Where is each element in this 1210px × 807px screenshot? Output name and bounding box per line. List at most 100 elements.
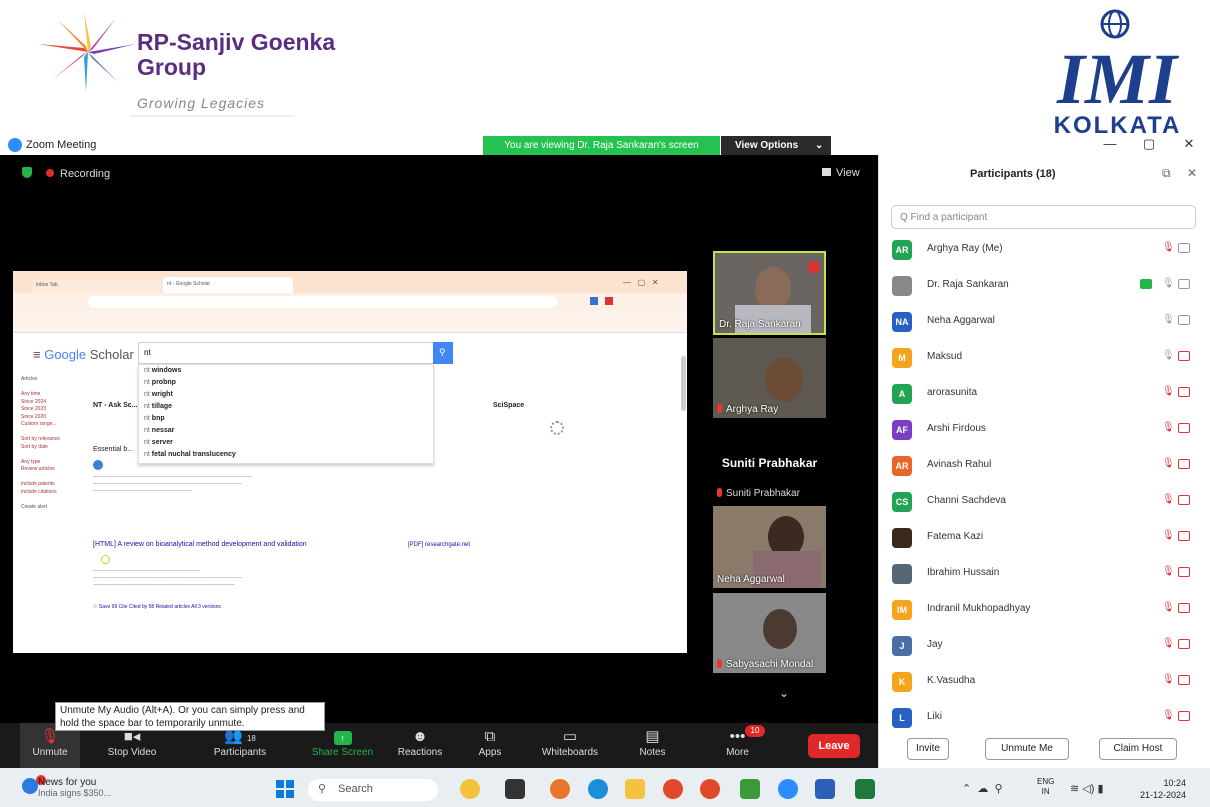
result-actions[interactable]: ☆ Save 99 Cite Cited by 58 Related artic…	[93, 604, 221, 610]
result-source[interactable]: [PDF] researchgate.net	[408, 542, 470, 548]
chevron-down-icon[interactable]: ⌄	[779, 686, 789, 700]
result-title[interactable]: Essential b...	[93, 446, 133, 453]
scholar-word: Scholar	[89, 347, 134, 362]
chrome-icon[interactable]	[700, 779, 720, 799]
app-icon[interactable]	[460, 779, 480, 799]
browser-tab[interactable]: Inbox Tab	[33, 279, 163, 293]
suggestion[interactable]: nt nessar	[144, 427, 174, 434]
participant-row[interactable]: Ibrahim Hussain 🎙	[878, 556, 1198, 592]
close-panel-icon[interactable]: ✕	[1187, 166, 1197, 180]
url-field[interactable]	[88, 296, 558, 308]
participant-search-input[interactable]: Q Find a participant	[891, 205, 1196, 229]
filter-link[interactable]: Any time	[21, 391, 60, 399]
unmute-tooltip: Unmute My Audio (Alt+A). Or you can simp…	[55, 702, 325, 731]
video-name: Suniti Prabhakar	[717, 488, 800, 499]
leave-button[interactable]: Leave	[808, 734, 860, 758]
filter-link[interactable]: Review articles	[21, 466, 60, 474]
app-icon[interactable]	[550, 779, 570, 799]
word-icon[interactable]	[815, 779, 835, 799]
result-title[interactable]: [HTML] A review on bioanalytical method …	[93, 541, 307, 548]
filter-link[interactable]: Since 2020	[21, 414, 60, 422]
screen-share-icon	[1140, 279, 1152, 289]
video-tile[interactable]: Dr. Raja Sankaran	[713, 251, 826, 335]
search-button[interactable]: ⚲	[433, 342, 453, 364]
invite-button[interactable]: Invite	[907, 738, 949, 760]
browser-tab-active[interactable]: nt - Google Scholar	[163, 277, 293, 293]
participant-row[interactable]: Aarorasunita 🎙	[878, 376, 1198, 412]
participant-row[interactable]: CS Channi Sachdeva 🎙	[878, 484, 1198, 520]
filter-checkbox[interactable]: include patents	[21, 481, 60, 489]
search-icon: ⚲	[439, 347, 446, 357]
participant-row[interactable]: M Maksud 🎙	[878, 340, 1198, 376]
participant-row[interactable]: J Jay 🎙	[878, 628, 1198, 664]
extension-icon[interactable]	[605, 297, 613, 305]
restore-button[interactable]: ▢	[1139, 136, 1159, 152]
apps-button[interactable]: ⧉ Apps	[470, 723, 510, 768]
google-scholar-logo[interactable]: ≡ Google Scholar	[33, 347, 134, 362]
file-explorer-icon[interactable]	[625, 779, 645, 799]
network-volume-battery-icons[interactable]: ≋ ◁) ▮	[1070, 782, 1104, 795]
suggestion[interactable]: nt tillage	[144, 403, 172, 410]
result-title[interactable]: NT - Ask Sc...	[93, 402, 137, 409]
chrome-icon[interactable]	[663, 779, 683, 799]
video-off-icon	[1178, 675, 1190, 685]
video-tile[interactable]: Sabyasachi Mondal	[713, 593, 826, 673]
close-button[interactable]: ✕	[1179, 136, 1199, 152]
whiteboards-button[interactable]: ▭ Whiteboards	[535, 723, 605, 768]
filter-link[interactable]: Sort by relevance	[21, 436, 60, 444]
language-indicator[interactable]: ENG IN	[1037, 777, 1054, 797]
system-tray-icons[interactable]: ⌃ ☁ ⚲	[962, 782, 1003, 795]
suggestion[interactable]: nt bnp	[144, 415, 165, 422]
participant-row[interactable]: Dr. Raja Sankaran 🎙	[878, 268, 1198, 304]
edge-icon[interactable]	[588, 779, 608, 799]
scholar-search-input[interactable]: nt	[138, 342, 434, 364]
zoom-taskbar-icon[interactable]	[778, 779, 798, 799]
suggestion[interactable]: nt windows	[144, 367, 181, 374]
participant-row[interactable]: K K.Vasudha 🎙	[878, 664, 1198, 700]
video-off-icon	[1178, 711, 1190, 721]
participant-row[interactable]: AF Arshi Firdous 🎙	[878, 412, 1198, 448]
participant-row[interactable]: Fatema Kazi 🎙	[878, 520, 1198, 556]
filter-checkbox[interactable]: include citations	[21, 489, 60, 497]
video-name-text: Sabyasachi Mondal	[726, 659, 814, 670]
filter-link[interactable]: Custom range...	[21, 421, 60, 429]
filter-link[interactable]: Since 2024	[21, 399, 60, 407]
participant-row[interactable]: L Liki 🎙	[878, 700, 1198, 736]
filter-link[interactable]: Any type	[21, 459, 60, 467]
suggestion[interactable]: nt wright	[144, 391, 173, 398]
extension-icon[interactable]	[590, 297, 598, 305]
app-icon[interactable]	[740, 779, 760, 799]
participant-row[interactable]: AR Avinash Rahul 🎙	[878, 448, 1198, 484]
suggestion[interactable]: nt fetal nuchal translucency	[144, 451, 236, 458]
participant-row[interactable]: IM Indranil Mukhopadhyay 🎙	[878, 592, 1198, 628]
minimize-button[interactable]: —	[1100, 136, 1120, 151]
video-off-icon	[1178, 351, 1190, 361]
video-name: Arghya Ray	[717, 404, 778, 415]
reactions-button[interactable]: ☻ Reactions	[390, 723, 450, 768]
create-alert-link[interactable]: Create alert	[21, 504, 60, 512]
suggestion[interactable]: nt server	[144, 439, 173, 446]
unmute-me-button[interactable]: Unmute Me	[985, 738, 1069, 760]
participant-row[interactable]: AR Arghya Ray (Me) 🎙	[878, 232, 1198, 268]
participant-name: arorasunita	[927, 387, 978, 398]
start-icon[interactable]	[276, 780, 294, 798]
participant-row[interactable]: NA Neha Aggarwal 🎙	[878, 304, 1198, 340]
view-button[interactable]: View	[822, 167, 860, 179]
filter-link[interactable]: Sort by date	[21, 444, 60, 452]
task-view-icon[interactable]	[505, 779, 525, 799]
scrollbar[interactable]	[681, 356, 686, 411]
taskbar-search[interactable]: ⚲ Search	[308, 779, 438, 801]
suggestion[interactable]: nt probnp	[144, 379, 176, 386]
taskbar-clock[interactable]: 10:24 21-12-2024	[1140, 777, 1186, 801]
filter-link[interactable]: Since 2023	[21, 406, 60, 414]
shared-screen[interactable]: Inbox Tab nt - Google Scholar — ▢ ✕ ≡ Go…	[13, 271, 687, 653]
scispace-label[interactable]: SciSpace	[493, 402, 524, 409]
notes-button[interactable]: ▤ Notes	[630, 723, 675, 768]
popout-icon[interactable]: ⧉	[1162, 166, 1171, 181]
video-tile[interactable]: Neha Aggarwal	[713, 506, 826, 588]
view-options-button[interactable]: View Options ⌄	[721, 136, 831, 155]
excel-icon[interactable]	[855, 779, 875, 799]
video-tile[interactable]: Arghya Ray	[713, 338, 826, 418]
claim-host-button[interactable]: Claim Host	[1099, 738, 1177, 760]
news-widget[interactable]: News for you India signs $350...	[38, 777, 111, 799]
